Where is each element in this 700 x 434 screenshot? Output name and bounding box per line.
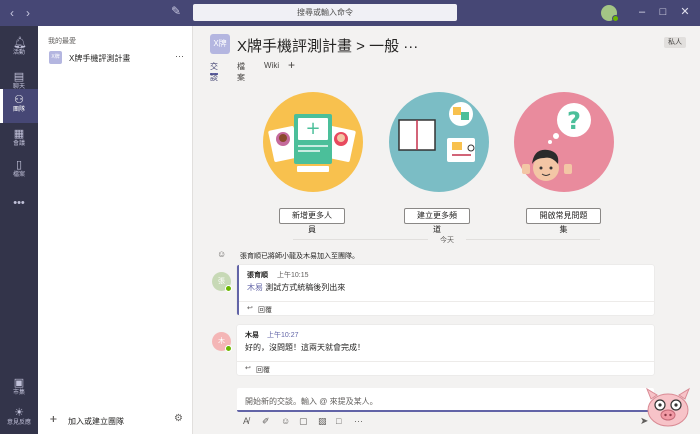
channel-team-avatar: X牌	[210, 34, 230, 54]
tab-wiki[interactable]: Wiki	[264, 61, 279, 75]
more-options-icon[interactable]: ···	[354, 416, 363, 426]
tab-conversations[interactable]: 交談	[210, 61, 218, 82]
compose-input[interactable]: 開始新的交談。輸入 @ 來提及某人。	[237, 388, 654, 412]
tab-files[interactable]: 檔案	[237, 61, 245, 82]
svg-text:?: ?	[567, 107, 581, 135]
message-time: 上午10:15	[277, 272, 309, 279]
reply-button[interactable]: ↩ 回覆	[239, 301, 654, 315]
message-card: 張育順 上午10:15 木易 測試方式統稿後列出來 ↩ 回覆	[237, 265, 654, 315]
minimize-icon[interactable]: –	[635, 4, 649, 20]
chevron-right-icon[interactable]: ›	[26, 5, 30, 21]
add-people-illustration: +	[263, 92, 363, 192]
sidebar-footer: ➕︎ 加入或建立團隊 ⚙	[38, 406, 193, 434]
more-icon: •••	[13, 197, 25, 209]
rail-item-activity[interactable]: 🔔︎ 活動	[0, 32, 38, 66]
profile-avatar[interactable]	[601, 5, 619, 22]
message-author: 張育順	[247, 272, 268, 279]
rail-item-feedback[interactable]: ☀ 意見反應	[0, 402, 38, 434]
system-message: 張育順已將師小龍及木易加入至團隊。	[240, 253, 359, 260]
message-body: 好的，沒問題！這兩天就會完成！	[245, 343, 365, 352]
presence-available-icon	[612, 15, 619, 22]
rail-item-files[interactable]: ▯ 檔案	[0, 154, 38, 188]
reply-button[interactable]: ↩ 回覆	[237, 361, 654, 375]
chat-icon: ▤	[13, 71, 25, 83]
compose-icon[interactable]: ✎	[171, 4, 185, 18]
open-faq-button[interactable]: 開啟常見問題集	[526, 208, 601, 234]
avatar[interactable]: 張	[212, 272, 232, 292]
svg-text:+: +	[305, 118, 320, 139]
favorites-heading: 我的最愛	[48, 38, 76, 45]
message-card: 木易 上午10:27 好的，沒問題！這兩天就會完成！ ↩ 回覆	[237, 325, 654, 375]
channel-main: X牌 X牌手機評測計畫 > 一般 ··· 私人 交談 檔案 Wiki + + ?…	[193, 26, 700, 434]
message-body: 木易 測試方式統稿後列出來	[247, 283, 346, 292]
rail-item-store[interactable]: ▣ 市集	[0, 372, 38, 406]
more-options-icon[interactable]: ···	[175, 51, 184, 61]
pig-mascot-logo	[645, 387, 691, 427]
maximize-icon[interactable]: □	[656, 4, 670, 20]
teams-icon: ⚇	[14, 94, 24, 106]
join-or-create-team-button[interactable]: 加入或建立團隊	[68, 416, 124, 427]
attach-icon[interactable]: ✐	[262, 416, 270, 427]
presence-available-icon	[225, 345, 232, 352]
store-icon: ▣	[13, 377, 25, 389]
private-badge: 私人	[664, 37, 686, 48]
presence-available-icon	[225, 285, 232, 292]
app-rail: 🔔︎ 活動 ▤ 聊天 ⚇ 團隊 ▦ 會議 ▯ 檔案 ••• ▣ 市集 ☀ 意見反…	[0, 26, 38, 434]
channel-title[interactable]: X牌手機評測計畫 > 一般 ···	[237, 35, 418, 56]
avatar[interactable]: 木	[212, 332, 232, 352]
rail-item-teams[interactable]: ⚇ 團隊	[0, 89, 38, 123]
faq-illustration: ?	[514, 92, 614, 192]
add-more-people-button[interactable]: 新增更多人員	[279, 208, 345, 234]
create-more-channels-button[interactable]: 建立更多頻道	[404, 208, 470, 234]
title-bar: ‹ › ✎ 搜尋或輸入命令 – □ ✕	[0, 0, 700, 26]
chevron-left-icon[interactable]: ‹	[10, 5, 14, 21]
calendar-icon: ▦	[13, 128, 25, 140]
sticker-icon[interactable]: ▧	[318, 416, 327, 427]
teams-sidebar: 我的最愛 X牌 X牌手機評測計畫 ··· ➕︎ 加入或建立團隊 ⚙	[38, 26, 193, 434]
search-input[interactable]: 搜尋或輸入命令	[193, 4, 457, 21]
create-channels-illustration	[389, 92, 489, 192]
mention[interactable]: 木易	[247, 283, 263, 292]
members-added-icon: ☺	[217, 249, 227, 259]
gear-icon[interactable]: ⚙	[174, 413, 183, 424]
format-icon[interactable]: A̸	[243, 416, 249, 426]
team-list-item[interactable]: X牌 X牌手機評測計畫 ···	[38, 48, 193, 68]
add-team-icon: ➕︎	[50, 414, 57, 424]
meet-now-icon[interactable]: □	[336, 416, 341, 426]
gif-icon[interactable]: ▢	[299, 416, 308, 427]
reply-icon: ↩	[245, 365, 251, 372]
lightbulb-icon: ☀	[14, 407, 24, 419]
add-tab-icon[interactable]: +	[288, 58, 295, 72]
message-author: 木易	[245, 332, 259, 339]
date-divider-label: 今天	[428, 235, 466, 245]
emoji-icon[interactable]: ☺	[281, 416, 290, 426]
rail-item-meetings[interactable]: ▦ 會議	[0, 123, 38, 157]
message-time: 上午10:27	[267, 332, 299, 339]
file-icon: ▯	[15, 159, 23, 171]
team-avatar: X牌	[49, 51, 62, 64]
rail-more-button[interactable]: •••	[0, 188, 38, 222]
close-icon[interactable]: ✕	[678, 4, 692, 20]
bell-icon: 🔔︎	[13, 37, 27, 49]
reply-icon: ↩	[247, 305, 253, 312]
team-name: X牌手機評測計畫	[69, 54, 131, 63]
